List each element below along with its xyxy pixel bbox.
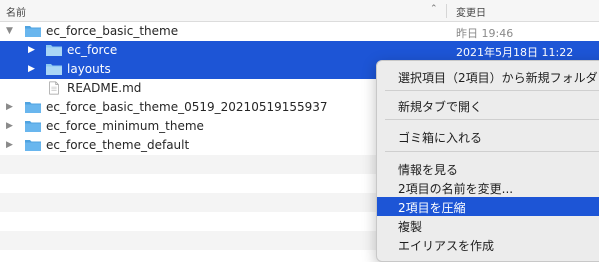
disclosure-triangle-collapsed-icon[interactable]: ▶ <box>28 64 38 74</box>
menu-separator <box>385 90 599 91</box>
file-name: ec_force <box>67 43 118 57</box>
disclosure-triangle-collapsed-icon[interactable]: ▶ <box>6 140 16 150</box>
document-icon <box>49 81 59 95</box>
file-name: ec_force_theme_default <box>46 138 190 152</box>
menu-item-rename[interactable]: 2項目の名前を変更... <box>377 178 599 197</box>
menu-item-new-folder-with-selection[interactable]: 選択項目（2項目）から新規フォルダ <box>377 67 599 86</box>
file-name: layouts <box>67 62 111 76</box>
disclosure-triangle-expanded-icon[interactable]: ▼ <box>6 26 16 36</box>
list-item[interactable]: ▼ ec_force_basic_theme 昨日 19:46 <box>0 22 599 41</box>
disclosure-triangle-collapsed-icon[interactable]: ▶ <box>6 102 16 112</box>
folder-icon <box>25 121 41 132</box>
file-name: ec_force_basic_theme <box>46 24 179 38</box>
menu-separator <box>385 151 599 152</box>
chevron-up-icon: ⌃ <box>430 4 438 14</box>
menu-separator <box>385 119 599 120</box>
modified-date: 昨日 19:46 <box>456 27 514 40</box>
context-menu: 選択項目（2項目）から新規フォルダ 新規タブで開く ゴミ箱に入れる 情報を見る … <box>376 60 599 262</box>
menu-item-open-in-new-tab[interactable]: 新規タブで開く <box>377 96 599 115</box>
date-column-header[interactable]: 変更日 <box>456 4 486 19</box>
menu-item-get-info[interactable]: 情報を見る <box>377 159 599 178</box>
modified-date: 2021年5月18日 11:22 <box>456 46 574 59</box>
folder-icon <box>25 102 41 113</box>
file-name: ec_force_basic_theme_0519_20210519155937 <box>46 100 328 114</box>
menu-item-make-alias[interactable]: エイリアスを作成 <box>377 235 599 254</box>
list-item[interactable]: ▶ ec_force 2021年5月18日 11:22 <box>0 41 599 60</box>
folder-icon <box>25 26 41 37</box>
folder-icon <box>46 64 62 75</box>
folder-icon <box>25 140 41 151</box>
menu-item-move-to-trash[interactable]: ゴミ箱に入れる <box>377 127 599 146</box>
column-divider[interactable] <box>446 4 447 18</box>
disclosure-triangle-collapsed-icon[interactable]: ▶ <box>28 45 38 55</box>
file-name: README.md <box>67 81 142 95</box>
file-name: ec_force_minimum_theme <box>46 119 204 133</box>
folder-icon <box>46 45 62 56</box>
column-header: 名前 ⌃ 変更日 <box>0 0 599 22</box>
name-column-header[interactable]: 名前 <box>6 4 26 19</box>
disclosure-triangle-collapsed-icon[interactable]: ▶ <box>6 121 16 131</box>
menu-item-compress[interactable]: 2項目を圧縮 <box>377 197 599 216</box>
menu-item-duplicate[interactable]: 複製 <box>377 216 599 235</box>
